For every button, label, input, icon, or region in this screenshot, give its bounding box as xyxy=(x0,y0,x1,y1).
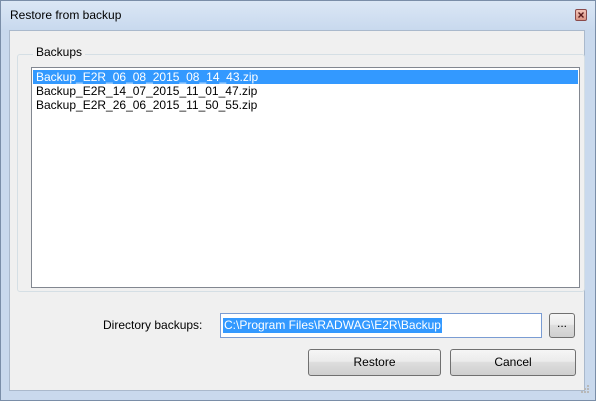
directory-backups-field[interactable]: C:\Program Files\RADWAG\E2R\Backup xyxy=(220,313,542,338)
close-icon xyxy=(578,12,584,18)
backup-list-item[interactable]: Backup_E2R_06_08_2015_08_14_43.zip xyxy=(33,70,578,84)
cancel-button[interactable]: Cancel xyxy=(450,349,576,376)
directory-backups-label: Directory backups: xyxy=(103,318,203,332)
backup-list-item[interactable]: Backup_E2R_14_07_2015_11_01_47.zip xyxy=(33,84,578,98)
backups-group-label: Backups xyxy=(33,45,86,60)
close-button[interactable] xyxy=(575,9,587,21)
backups-listbox[interactable]: Backup_E2R_06_08_2015_08_14_43.zip Backu… xyxy=(31,67,580,288)
title-bar[interactable]: Restore from backup xyxy=(1,1,595,30)
directory-path-text: C:\Program Files\RADWAG\E2R\Backup xyxy=(223,318,442,333)
restore-button[interactable]: Restore xyxy=(308,349,441,376)
backup-list-item[interactable]: Backup_E2R_26_06_2015_11_50_55.zip xyxy=(33,98,578,112)
window-title: Restore from backup xyxy=(10,8,122,22)
browse-button[interactable]: ... xyxy=(549,313,575,338)
resize-grip-icon[interactable] xyxy=(580,384,590,394)
